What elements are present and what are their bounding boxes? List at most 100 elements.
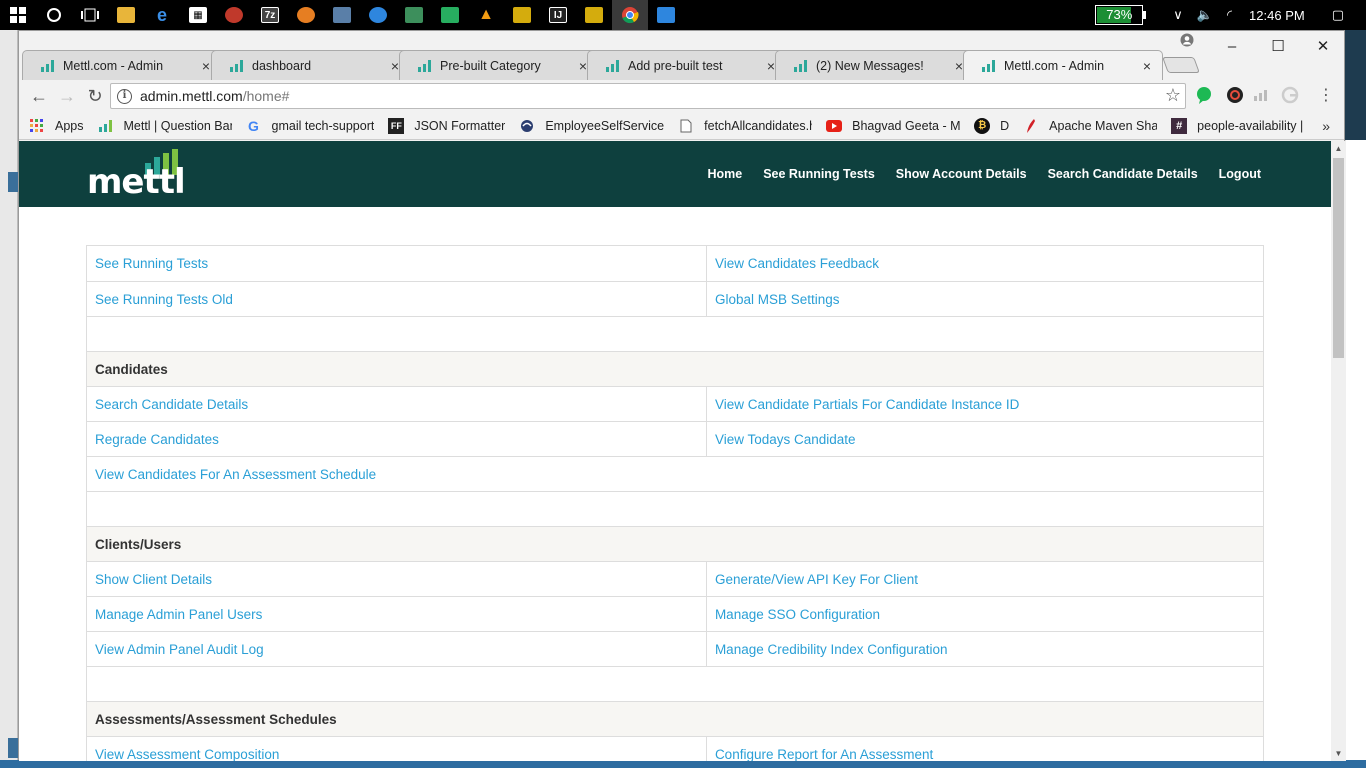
nav-search-candidate-details[interactable]: Search Candidate Details bbox=[1048, 167, 1198, 181]
extension-google-icon[interactable] bbox=[1281, 86, 1299, 104]
app-icon-8[interactable] bbox=[504, 0, 540, 30]
link-view-candidate-partials[interactable]: View Candidate Partials For Candidate In… bbox=[705, 387, 1263, 421]
app-icon-1[interactable] bbox=[216, 0, 252, 30]
table-row: View Candidates For An Assessment Schedu… bbox=[87, 456, 1263, 491]
slack-icon: # bbox=[1171, 117, 1188, 134]
bookmark-fetch-all-candidates[interactable]: fetchAllcandidates.h bbox=[678, 118, 812, 134]
extension-dark-icon[interactable] bbox=[1226, 86, 1244, 104]
maximize-icon[interactable]: ☐ bbox=[1255, 31, 1301, 61]
link-manage-admin-panel-users[interactable]: Manage Admin Panel Users bbox=[87, 597, 706, 631]
tab-new-messages[interactable]: (2) New Messages! × bbox=[775, 50, 975, 80]
chevron-up-icon[interactable]: ∨ bbox=[1173, 7, 1183, 23]
app-icon-5[interactable] bbox=[360, 0, 396, 30]
link-manage-credibility-index[interactable]: Manage Credibility Index Configuration bbox=[705, 632, 1263, 666]
empty-row bbox=[87, 316, 1263, 351]
table-row: See Running Tests Old Global MSB Setting… bbox=[87, 281, 1263, 316]
close-window-icon[interactable]: ✕ bbox=[1300, 31, 1346, 61]
notifications-icon[interactable]: ▢ bbox=[1332, 7, 1344, 23]
vlc-icon[interactable]: ▲ bbox=[468, 0, 504, 30]
bookmark-mettl-question-bank[interactable]: Mettl | Question Ban bbox=[98, 118, 232, 134]
link-view-candidates-for-assessment-schedule[interactable]: View Candidates For An Assessment Schedu… bbox=[87, 457, 1263, 491]
intellij-icon[interactable]: IJ bbox=[540, 0, 576, 30]
link-see-running-tests[interactable]: See Running Tests bbox=[87, 246, 706, 281]
volume-icon[interactable]: 🔈 bbox=[1197, 7, 1213, 23]
nav-home[interactable]: Home bbox=[707, 167, 742, 181]
link-regrade-candidates[interactable]: Regrade Candidates bbox=[87, 422, 706, 456]
bookmark-apache-maven-shade[interactable]: Apache Maven Shad bbox=[1023, 118, 1157, 134]
extension-green-icon[interactable] bbox=[1195, 86, 1213, 104]
battery-indicator[interactable]: 73% bbox=[1095, 5, 1147, 25]
link-see-running-tests-old[interactable]: See Running Tests Old bbox=[87, 282, 706, 316]
link-generate-view-api-key[interactable]: Generate/View API Key For Client bbox=[705, 562, 1263, 596]
background-window-left bbox=[0, 30, 18, 768]
link-global-msb-settings[interactable]: Global MSB Settings bbox=[705, 282, 1263, 316]
minimize-icon[interactable]: – bbox=[1209, 31, 1255, 61]
tab-pre-built-category[interactable]: Pre-built Category × bbox=[399, 50, 599, 80]
bookmark-employee-self-service[interactable]: EmployeeSelfService bbox=[519, 118, 664, 134]
section-title: Assessments/Assessment Schedules bbox=[95, 711, 337, 727]
app-icon-4[interactable] bbox=[324, 0, 360, 30]
tab-mettl-admin-1[interactable]: Mettl.com - Admin × bbox=[22, 50, 222, 80]
task-view-icon[interactable] bbox=[72, 0, 108, 30]
tab-title: Mettl.com - Admin bbox=[1004, 58, 1105, 73]
link-view-assessment-composition[interactable]: View Assessment Composition bbox=[87, 737, 706, 762]
link-show-client-details[interactable]: Show Client Details bbox=[87, 562, 706, 596]
scroll-down-icon[interactable]: ▼ bbox=[1331, 746, 1346, 761]
app-icon-9[interactable] bbox=[576, 0, 612, 30]
scroll-thumb[interactable] bbox=[1333, 158, 1344, 358]
bookmark-apps[interactable]: Apps bbox=[29, 118, 84, 134]
nav-show-account-details[interactable]: Show Account Details bbox=[896, 167, 1027, 181]
scroll-up-icon[interactable]: ▲ bbox=[1331, 141, 1346, 156]
extension-mettl-icon[interactable] bbox=[1252, 86, 1270, 104]
page-scrollbar[interactable]: ▲ ▼ bbox=[1331, 141, 1346, 761]
link-view-admin-panel-audit-log[interactable]: View Admin Panel Audit Log bbox=[87, 632, 706, 666]
bookmark-bhagvad-geeta[interactable]: Bhagvad Geeta - Ma bbox=[826, 118, 960, 134]
tab-title: Mettl.com - Admin bbox=[63, 58, 164, 73]
app-icon-2[interactable]: 7z bbox=[252, 0, 288, 30]
empty-row bbox=[87, 666, 1263, 701]
app-icon-6[interactable] bbox=[396, 0, 432, 30]
new-tab-button[interactable] bbox=[1162, 57, 1200, 73]
link-view-candidates-feedback[interactable]: View Candidates Feedback bbox=[705, 246, 1263, 281]
bookmark-people-availability[interactable]: # people-availability | bbox=[1171, 117, 1303, 134]
windows-start-icon[interactable] bbox=[0, 0, 36, 30]
tab-add-pre-built-test[interactable]: Add pre-built test × bbox=[587, 50, 787, 80]
bookmarks-overflow-icon[interactable]: » bbox=[1322, 118, 1330, 134]
link-configure-report[interactable]: Configure Report for An Assessment bbox=[705, 737, 1263, 761]
mettl-favicon-icon bbox=[41, 59, 55, 72]
nav-see-running-tests[interactable]: See Running Tests bbox=[763, 167, 875, 181]
edge-icon[interactable]: e bbox=[144, 0, 180, 30]
chrome-icon[interactable] bbox=[612, 0, 648, 30]
bookmark-gmail-tech-support[interactable]: G gmail tech-support bbox=[246, 118, 374, 134]
app-icon-7[interactable] bbox=[432, 0, 468, 30]
bookmark-star-icon[interactable]: ☆ bbox=[1165, 85, 1181, 106]
link-manage-sso-configuration[interactable]: Manage SSO Configuration bbox=[705, 597, 1263, 631]
mettl-favicon-icon bbox=[230, 59, 244, 72]
tab-close-icon[interactable]: × bbox=[1140, 58, 1154, 74]
file-explorer-icon[interactable] bbox=[108, 0, 144, 30]
tab-mettl-admin-active[interactable]: Mettl.com - Admin × bbox=[963, 50, 1163, 80]
app-icon-3[interactable] bbox=[288, 0, 324, 30]
mettl-logo[interactable]: mettl bbox=[87, 149, 187, 199]
bookmark-json-formatter[interactable]: FF JSON Formatter bbox=[388, 117, 505, 134]
windows-taskbar: e ▦ 7z ▲ IJ 73% ∨ 🔈 ◜ 12:46 PM ▢ bbox=[0, 0, 1366, 30]
back-arrow-icon[interactable]: ← bbox=[25, 82, 53, 110]
tab-dashboard[interactable]: dashboard × bbox=[211, 50, 411, 80]
chrome-menu-icon[interactable]: ⋮ bbox=[1318, 85, 1334, 105]
profile-icon[interactable] bbox=[1179, 33, 1195, 49]
wifi-icon[interactable]: ◜ bbox=[1227, 7, 1232, 23]
reload-icon[interactable]: ↻ bbox=[81, 82, 109, 110]
cortana-icon[interactable] bbox=[36, 0, 72, 30]
forward-arrow-icon[interactable]: → bbox=[53, 82, 81, 110]
info-icon[interactable]: i bbox=[117, 88, 132, 104]
clock[interactable]: 12:46 PM bbox=[1249, 8, 1305, 23]
tab-title: Pre-built Category bbox=[440, 58, 541, 73]
section-title: Clients/Users bbox=[95, 536, 182, 552]
store-icon[interactable]: ▦ bbox=[180, 0, 216, 30]
link-view-todays-candidate[interactable]: View Todays Candidate bbox=[705, 422, 1263, 456]
link-search-candidate-details[interactable]: Search Candidate Details bbox=[87, 387, 706, 421]
bookmark-d[interactable]: ₿ D bbox=[974, 117, 1009, 134]
app-icon-10[interactable] bbox=[648, 0, 684, 30]
address-bar[interactable]: i admin.mettl.com/home# ☆ bbox=[110, 83, 1186, 109]
nav-logout[interactable]: Logout bbox=[1219, 167, 1261, 181]
